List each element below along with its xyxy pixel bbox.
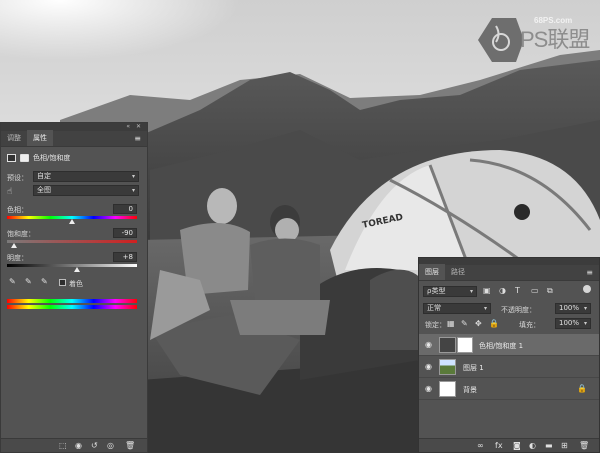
- trash-icon[interactable]: 🗑: [125, 441, 135, 450]
- link-layers-icon[interactable]: ∞: [477, 441, 484, 450]
- eyedropper-icon[interactable]: ✎: [9, 277, 16, 286]
- saturation-slider-track[interactable]: [7, 240, 137, 243]
- opacity-value: 100%: [559, 304, 580, 312]
- layer-mask-icon[interactable]: [20, 154, 29, 162]
- visibility-eye-icon[interactable]: ◉: [425, 340, 432, 349]
- fill-field[interactable]: 100% ▾: [555, 318, 591, 329]
- chevron-down-icon: ▾: [583, 305, 587, 312]
- adjustment-layer-icon[interactable]: [7, 154, 16, 162]
- eyedropper-plus-icon[interactable]: ✎: [25, 277, 32, 286]
- chevron-down-icon: ▾: [131, 187, 135, 194]
- eyedropper-minus-icon[interactable]: ✎: [41, 277, 48, 286]
- saturation-label: 饱和度：: [7, 230, 35, 238]
- layer-row-background[interactable]: ◉ 背景 🔒: [419, 378, 599, 400]
- properties-footer: ⬚ ◉ ↺ ◎ 🗑: [1, 438, 147, 452]
- adjustment-title: 色相/饱和度: [1, 151, 147, 165]
- lock-pixels-icon[interactable]: ✎: [461, 319, 468, 328]
- lock-transparent-icon[interactable]: ▦: [447, 319, 455, 328]
- panel-menu-icon[interactable]: ≡: [134, 134, 141, 143]
- lock-icon: 🔒: [577, 384, 587, 393]
- blend-mode-select[interactable]: 正常 ▾: [423, 303, 491, 314]
- opacity-field[interactable]: 100% ▾: [555, 303, 591, 314]
- hue-spectrum-bottom: [7, 305, 137, 309]
- opacity-label: 不透明度：: [501, 306, 536, 314]
- layer-row-layer-1[interactable]: ◉ 图层 1: [419, 356, 599, 378]
- add-mask-icon[interactable]: ◙: [513, 441, 521, 450]
- new-adjustment-icon[interactable]: ◐: [529, 441, 536, 450]
- chevron-down-icon: ▾: [583, 320, 587, 327]
- tab-adjustments[interactable]: 调整: [1, 130, 27, 146]
- saturation-value-field[interactable]: -90: [113, 228, 137, 238]
- reset-icon[interactable]: ↺: [91, 441, 98, 450]
- layers-tabs: 图层 路径 ≡: [419, 264, 599, 281]
- channel-value: 全图: [37, 186, 51, 194]
- chevron-down-icon: ▾: [469, 288, 473, 295]
- filter-shape-icon[interactable]: ▭: [531, 286, 539, 295]
- colorize-label: 着色: [69, 280, 83, 288]
- preset-value: 自定: [37, 172, 51, 180]
- layer-thumbnail: [439, 381, 456, 397]
- chevron-down-icon: ▾: [483, 305, 487, 312]
- lightness-slider-thumb[interactable]: [74, 267, 81, 272]
- properties-panel: « ✕ 调整 属性 ≡ 色相/饱和度 预设： 自定 ▾ ☝ 全图 ▾ 色相： 0 饱…: [0, 122, 148, 453]
- tab-properties[interactable]: 属性: [27, 130, 53, 146]
- layers-panel: 图层 路径 ≡ ρ类型 ▾ ▣ ◑ T ▭ ⧉ 正常 ▾ 不透明度： 100% ▾ 锁…: [418, 257, 600, 453]
- chevron-down-icon: ▾: [131, 173, 135, 180]
- layer-filter-select[interactable]: ρ类型 ▾: [423, 286, 477, 297]
- new-group-icon[interactable]: ▬: [545, 441, 553, 450]
- hand-target-icon[interactable]: ☝: [7, 187, 12, 197]
- watermark-brand-text: PS联盟: [520, 27, 590, 52]
- saturation-slider-thumb[interactable]: [10, 243, 17, 248]
- adjustment-name: 色相/饱和度: [33, 154, 71, 162]
- visibility-eye-icon[interactable]: ◉: [425, 362, 432, 371]
- properties-tabs: 调整 属性 ≡: [1, 130, 147, 147]
- new-layer-icon[interactable]: ⊞: [561, 441, 568, 450]
- fx-icon[interactable]: fx: [495, 441, 503, 450]
- tab-paths[interactable]: 路径: [445, 264, 471, 280]
- layer-thumbnail: [439, 359, 456, 375]
- view-previous-state-icon[interactable]: ◉: [75, 441, 82, 450]
- filter-smart-object-icon[interactable]: ⧉: [547, 286, 553, 296]
- colorize-checkbox[interactable]: [59, 279, 66, 286]
- filter-kind-value: ρ类型: [427, 287, 446, 295]
- hue-slider-thumb[interactable]: [69, 219, 75, 224]
- filter-toggle-icon[interactable]: [583, 285, 591, 293]
- panel-collapse-icon[interactable]: « ✕: [126, 123, 143, 130]
- layers-footer: ∞ fx ◙ ◐ ▬ ⊞ 🗑: [419, 438, 599, 452]
- tab-layers[interactable]: 图层: [419, 264, 445, 280]
- preset-label: 预设：: [7, 174, 28, 182]
- visibility-eye-icon[interactable]: ◎: [107, 441, 114, 450]
- layer-name: 图层 1: [463, 364, 484, 372]
- fill-value: 100%: [559, 319, 580, 327]
- lightness-slider-track[interactable]: [7, 264, 137, 267]
- lightness-label: 明度：: [7, 254, 28, 262]
- adjustment-thumb-icon: [439, 337, 456, 353]
- mask-thumbnail: [457, 337, 473, 353]
- blend-mode-value: 正常: [427, 304, 441, 312]
- clip-to-layer-icon[interactable]: ⬚: [59, 441, 67, 450]
- visibility-eye-icon[interactable]: ◉: [425, 384, 432, 393]
- filter-type-icon[interactable]: T: [515, 286, 520, 295]
- preset-select[interactable]: 自定 ▾: [33, 171, 139, 182]
- fill-label: 填充：: [519, 321, 540, 329]
- lightness-value-field[interactable]: +8: [113, 252, 137, 262]
- lock-all-icon[interactable]: 🔒: [489, 319, 499, 328]
- hue-spectrum-top: [7, 299, 137, 303]
- filter-adjustment-icon[interactable]: ◑: [499, 286, 506, 295]
- channel-select[interactable]: 全图 ▾: [33, 185, 139, 196]
- layer-name: 背景: [463, 386, 477, 394]
- filter-pixel-icon[interactable]: ▣: [483, 286, 491, 295]
- hue-value-field[interactable]: 0: [113, 204, 137, 214]
- lock-label: 锁定：: [425, 321, 446, 329]
- hue-label: 色相：: [7, 206, 28, 214]
- panel-menu-icon[interactable]: ≡: [586, 268, 593, 277]
- trash-icon[interactable]: 🗑: [579, 441, 589, 450]
- layer-name: 色相/饱和度 1: [479, 342, 524, 350]
- layer-row-hue-saturation[interactable]: ◉ 色相/饱和度 1: [419, 334, 599, 356]
- lock-position-icon[interactable]: ✥: [475, 319, 482, 328]
